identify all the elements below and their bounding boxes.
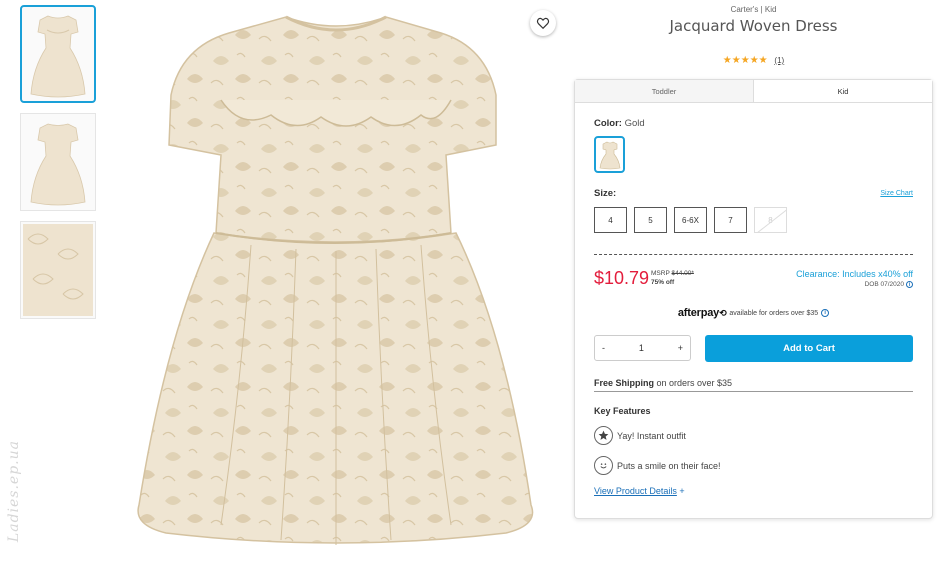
star-rating-icon: ★★★★★ [722,55,768,66]
size-chart-link[interactable]: Size Chart [880,190,913,197]
product-title: Jacquard Woven Dress [669,17,838,35]
details-link-text: View Product Details [594,486,677,496]
main-product-image[interactable] [111,5,562,567]
discount-percent: 75% off [651,279,675,286]
sale-price: $10.79 [594,268,650,288]
size-range-tabs: Toddler Kid [575,80,932,103]
msrp-info: MSRP $44.00* 75% off [651,269,694,287]
product-page: Ladies.ep.ua Carter's | Kid Jacquard Wov… [0,0,939,572]
add-to-cart-button[interactable]: Add to Cart [705,335,913,362]
size-option-8-unavailable: 8 [754,207,787,233]
feature-item: Puts a smile on their face! [594,456,721,475]
rating: ★★★★★ (1) [575,55,932,66]
key-features-title: Key Features [594,406,651,416]
size-option-6-6x[interactable]: 6-6X [674,207,707,233]
watermark: Ladies.ep.ua [6,440,22,543]
dress-back-thumbnail-image [30,123,86,206]
afterpay-info: afterpay⟲ available for orders over $35 … [575,307,932,319]
dress-image [137,15,534,545]
afterpay-logo-text: afterpay [677,307,720,319]
size-option-5[interactable]: 5 [634,207,667,233]
thumbnail-front[interactable] [20,5,96,103]
clearance-text: Clearance: Includes x40% off [796,269,913,279]
afterpay-info-icon[interactable]: i [821,309,830,317]
divider [594,254,913,255]
quantity-value[interactable]: 1 [639,343,644,353]
quantity-stepper: - 1 + [594,335,691,361]
thumbnail-back[interactable] [20,113,96,211]
size-label: Size: [594,188,617,199]
afterpay-text: available for orders over $35 [729,309,819,317]
info-icon[interactable]: i [906,281,913,288]
thumbnail-strip [20,5,98,329]
product-options-card: Toddler Kid Color: Gold Size: Size Chart… [574,79,933,519]
heart-icon [536,17,550,30]
size-option-7[interactable]: 7 [714,207,747,233]
msrp-value: $44.00* [671,270,694,277]
tab-kid[interactable]: Kid [753,80,932,102]
view-product-details-link[interactable]: View Product Details + [594,486,685,496]
brand-breadcrumb: Carter's | Kid [730,5,777,14]
star-badge-icon [594,426,613,445]
favorite-button[interactable] [530,10,556,36]
free-shipping-label: Free Shipping [594,378,655,388]
color-label-heading: Color: [594,118,622,129]
color-swatch-gold[interactable] [594,136,625,173]
feature-text: Puts a smile on their face! [617,460,721,471]
free-shipping-note: Free Shipping on orders over $35 [594,378,913,392]
afterpay-logo: afterpay⟲ [678,307,727,319]
color-value: Gold [624,118,645,129]
fabric-thumbnail-image [23,224,93,316]
dob-text: DOB 07/2020 [864,281,904,288]
color-label: Color: Gold [594,118,913,129]
quantity-decrease-button[interactable]: - [602,343,605,353]
afterpay-arrows-icon: ⟲ [719,308,727,318]
tab-toddler[interactable]: Toddler [575,80,753,102]
feature-text: Yay! Instant outfit [617,430,686,441]
dress-thumbnail-image [30,15,86,98]
msrp-label: MSRP [651,270,670,277]
quantity-increase-button[interactable]: + [678,343,683,353]
feature-item: Yay! Instant outfit [594,426,686,445]
free-shipping-condition: on orders over $35 [654,378,733,388]
swatch-dress-image [599,141,620,169]
thumbnail-fabric-detail[interactable] [20,221,96,319]
size-options: 4 5 6-6X 7 8 [594,207,787,233]
dob-info: DOB 07/2020 i [865,281,913,288]
smile-icon [594,456,613,475]
size-option-4[interactable]: 4 [594,207,627,233]
expand-plus-icon: + [679,486,685,496]
review-count-link[interactable]: (1) [774,56,784,65]
